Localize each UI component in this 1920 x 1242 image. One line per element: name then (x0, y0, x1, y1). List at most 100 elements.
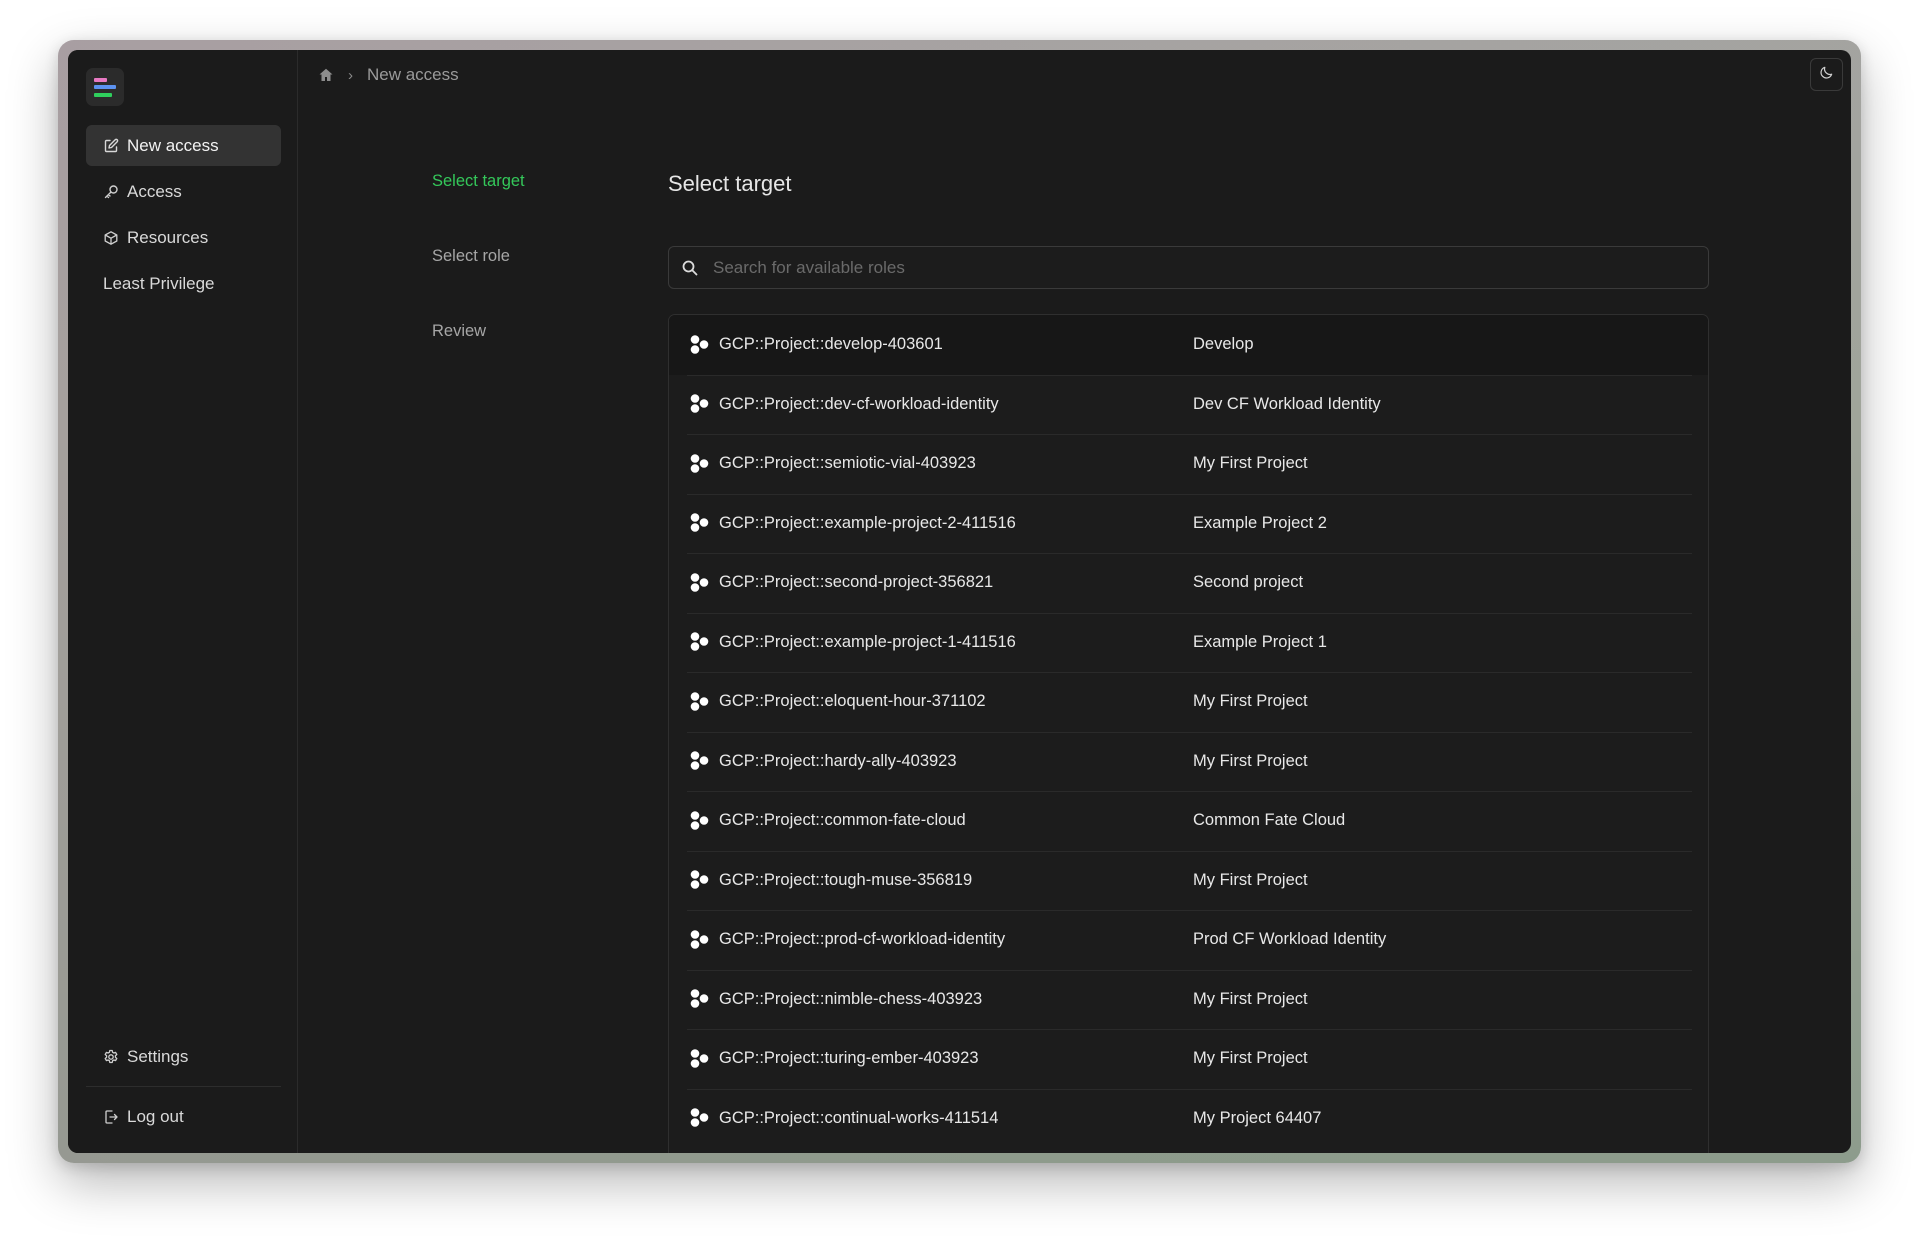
target-row[interactable]: GCP::Project::semiotic-vial-403923 My Fir… (669, 434, 1708, 494)
target-row[interactable]: GCP::Project::tough-muse-356819 My First … (669, 850, 1708, 911)
row-divider (687, 493, 1692, 495)
sidebar-item-label: Log out (127, 1106, 184, 1126)
search-icon (681, 259, 699, 277)
row-divider (687, 672, 1692, 673)
step-review[interactable]: Review (432, 322, 486, 341)
sidebar-item-resources[interactable]: Resources (86, 217, 281, 258)
target-row[interactable]: GCP::Project::hardy-ally-403923 My First … (669, 731, 1708, 792)
target-row[interactable]: GCP::Project::example-project-1-411516 Ex… (669, 612, 1708, 673)
gcp-project-icon (689, 691, 711, 713)
sidebar-item-least-privilege[interactable]: Least Privilege (86, 263, 281, 304)
gcp-project-icon (689, 1048, 711, 1070)
target-id: GCP::Project::develop-403601 (719, 335, 943, 354)
row-divider (687, 791, 1692, 792)
target-id: GCP::Project::tough-muse-356819 (719, 870, 973, 889)
page-title: Select target (668, 171, 792, 196)
logo-bar-pink (94, 78, 107, 82)
breadcrumb-current: New access (367, 65, 459, 84)
target-name: My Project 64407 (1193, 1108, 1322, 1127)
target-name: Prod CF Workload Identity (1193, 930, 1387, 949)
home-icon[interactable] (318, 67, 334, 83)
search-input[interactable] (711, 256, 1708, 279)
target-row[interactable]: GCP::Project::eloquent-hour-371102 My Fir… (669, 672, 1708, 732)
target-id: GCP::Project::nimble-chess-403923 (719, 989, 983, 1008)
target-name: Dev CF Workload Identity (1193, 394, 1381, 413)
sidebar-item-label: Settings (127, 1046, 189, 1066)
edit-icon (103, 138, 119, 154)
target-id: GCP::Project::turing-ember-403923 (719, 1049, 979, 1068)
target-id: GCP::Project::continual-works-411514 (719, 1108, 999, 1127)
target-row[interactable]: GCP::Project::dev-cf-workload-identity De… (669, 374, 1708, 435)
row-divider (687, 850, 1692, 852)
target-id: GCP::Project::prod-cf-workload-identity (719, 930, 1006, 949)
target-id: GCP::Project::eloquent-hour-371102 (719, 692, 986, 711)
gcp-project-icon (689, 1107, 711, 1129)
cube-icon (103, 230, 119, 246)
gcp-project-icon (689, 631, 711, 653)
sidebar-item-settings[interactable]: Settings (86, 1036, 281, 1077)
sidebar: New access Access Resources Least Privil… (68, 50, 298, 1153)
sidebar-item-label: Access (127, 181, 182, 201)
moon-icon (1819, 65, 1834, 85)
gcp-project-icon (689, 334, 711, 356)
gcp-project-icon (689, 572, 711, 594)
target-id: GCP::Project::common-fate-cloud (719, 811, 966, 830)
gcp-project-icon (689, 750, 711, 772)
target-name: My First Project (1193, 870, 1308, 889)
logo-bar-green (94, 93, 112, 97)
gcp-project-icon (689, 869, 711, 891)
row-divider (687, 910, 1692, 911)
search-field[interactable] (668, 246, 1709, 289)
app-window: New access Access Resources Least Privil… (68, 50, 1851, 1153)
target-name: My First Project (1193, 454, 1308, 473)
sidebar-item-label: Least Privilege (103, 273, 215, 293)
key-icon (103, 184, 119, 200)
step-select-role[interactable]: Select role (432, 247, 510, 266)
target-name: My First Project (1193, 989, 1308, 1008)
target-name: Example Project 1 (1193, 632, 1327, 651)
row-divider (687, 969, 1692, 971)
target-name: Develop (1193, 335, 1254, 354)
logout-icon (103, 1109, 119, 1125)
gcp-project-icon (689, 929, 711, 951)
target-row[interactable]: GCP::Project::example-project-2-411516 Ex… (669, 493, 1708, 554)
row-divider (687, 612, 1692, 614)
target-list: GCP::Project::develop-403601 Develop GCP::… (668, 314, 1709, 1153)
target-name: My First Project (1193, 751, 1308, 770)
target-id: GCP::Project::hardy-ally-403923 (719, 751, 957, 770)
target-name: Second project (1193, 573, 1304, 592)
target-name: My First Project (1193, 692, 1308, 711)
target-name: Common Fate Cloud (1193, 811, 1346, 830)
target-row[interactable]: GCP::Project::second-project-356821 Secon… (669, 553, 1708, 613)
app-logo[interactable] (86, 68, 124, 106)
gear-icon (103, 1049, 119, 1065)
sidebar-item-new-access[interactable]: New access (86, 125, 281, 166)
target-id: GCP::Project::dev-cf-workload-identity (719, 394, 999, 413)
sidebar-divider (86, 1086, 281, 1087)
sidebar-item-label: Resources (127, 227, 209, 247)
target-id: GCP::Project::example-project-2-411516 (719, 513, 1016, 532)
breadcrumb-separator: › (348, 66, 353, 84)
sidebar-item-access[interactable]: Access (86, 171, 281, 212)
logo-bar-blue (94, 85, 116, 89)
row-divider (687, 731, 1692, 733)
gcp-project-icon (689, 988, 711, 1010)
row-divider (687, 374, 1692, 376)
target-row[interactable]: GCP::Project::turing-ember-403923 My Firs… (669, 1029, 1708, 1089)
target-row[interactable]: GCP::Project::prod-cf-workload-identity P… (669, 910, 1708, 970)
target-row[interactable]: GCP::Project::continual-works-411514 My P… (669, 1088, 1708, 1149)
theme-toggle-button[interactable] (1810, 58, 1843, 91)
gcp-project-icon (689, 393, 711, 415)
step-select-target[interactable]: Select target (432, 172, 525, 191)
target-row[interactable]: GCP::Project::develop-403601 Develop (669, 315, 1708, 375)
gcp-project-icon (689, 453, 711, 475)
row-divider (687, 1029, 1692, 1030)
row-divider (687, 434, 1692, 435)
sidebar-item-label: New access (127, 135, 219, 155)
sidebar-item-log-out[interactable]: Log out (86, 1096, 281, 1137)
target-id: GCP::Project::second-project-356821 (719, 573, 994, 592)
target-id: GCP::Project::example-project-1-411516 (719, 632, 1016, 651)
target-row[interactable]: GCP::Project::common-fate-cloud Common Fa… (669, 791, 1708, 851)
target-row[interactable]: GCP::Project::nimble-chess-403923 My Firs… (669, 969, 1708, 1030)
row-divider (687, 553, 1692, 554)
